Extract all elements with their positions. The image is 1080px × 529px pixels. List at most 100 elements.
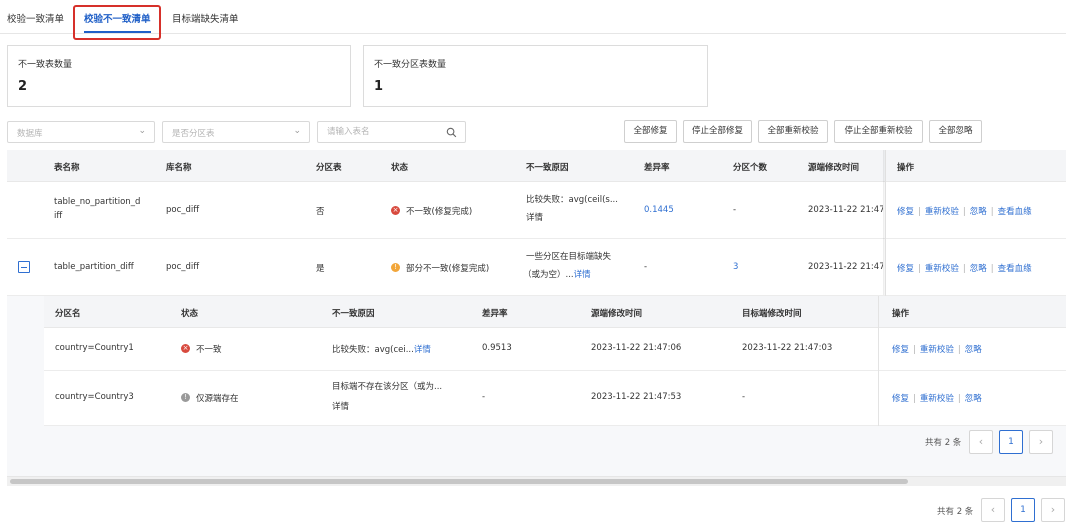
table-row: table_partition_diff poc_diff 是 ! 部分不一致(修… <box>7 239 1066 296</box>
status-text: 仅源端存在 <box>196 394 239 404</box>
cell-status: × 不一致(修复完成) <box>391 205 472 217</box>
operation-links: 修复 | 重新校验 | 忽略 <box>892 343 982 355</box>
col-header-src-modified: 源端修改时间 <box>808 163 860 173</box>
stat-card-inconsistent-tables: 不一致表数量 2 <box>7 45 351 107</box>
chevron-right-icon[interactable]: › <box>1029 430 1053 454</box>
collapse-row-button[interactable] <box>18 261 30 273</box>
error-status-icon: × <box>181 344 190 353</box>
col-header-partition-count: 分区个数 <box>733 163 768 173</box>
chevron-left-icon[interactable]: ‹ <box>981 498 1005 522</box>
col-header-operations: 操作 <box>897 163 915 173</box>
partition-page-current[interactable]: 1 <box>999 430 1023 454</box>
sub-ops-column-divider <box>878 296 879 426</box>
recheck-link[interactable]: 重新校验 <box>920 345 954 355</box>
partition-select-placeholder: 是否分区表 <box>172 129 215 139</box>
repair-link[interactable]: 修复 <box>897 264 914 274</box>
link-separator: | <box>913 345 916 355</box>
cell-partition-count: 3 <box>733 262 739 272</box>
stat-card-inconsistent-partition-tables: 不一致分区表数量 1 <box>363 45 708 107</box>
reason-detail-link[interactable]: 详情 <box>332 400 349 412</box>
link-separator: | <box>990 207 994 217</box>
cell-reason: 目标端不存在该分区（或为... <box>332 382 443 392</box>
ignore-link[interactable]: 忽略 <box>970 207 987 217</box>
stat-label: 不一致分区表数量 <box>374 60 447 70</box>
cell-reason-wrap: （或为空）...详情 <box>523 268 591 280</box>
database-select[interactable]: 数据库 ⌄ <box>7 121 155 143</box>
cell-status: ! 仅源端存在 <box>181 392 239 404</box>
info-status-icon: ! <box>181 393 190 402</box>
tab-target-missing-list[interactable]: 目标端缺失清单 <box>172 11 239 25</box>
horizontal-scrollbar-thumb[interactable] <box>10 479 908 484</box>
link-separator: | <box>913 394 916 404</box>
cell-diff-rate: - <box>644 262 648 272</box>
col-header-table-name: 表名称 <box>54 163 80 173</box>
cell-reason: 比较失败：avg(cei...详情 <box>332 343 431 355</box>
cell-status: × 不一致 <box>181 343 222 355</box>
link-separator: | <box>957 345 961 355</box>
tab-consistent-list[interactable]: 校验一致清单 <box>7 11 64 25</box>
link-separator: | <box>918 207 921 217</box>
chevron-left-icon[interactable]: ‹ <box>969 430 993 454</box>
status-text: 部分不一致(修复完成) <box>406 264 490 274</box>
main-pagination-total: 共有 2 条 <box>937 507 974 517</box>
cell-diff-rate: - <box>482 392 486 402</box>
operation-links: 修复 | 重新校验 | 忽略 <box>892 392 982 404</box>
cell-src-modified: 2023-11-22 21:47 <box>808 262 885 272</box>
stop-recheck-all-button[interactable]: 停止全部重新校验 <box>834 120 923 143</box>
col-header-status: 状态 <box>391 163 409 173</box>
cell-partition-name: country=Country3 <box>55 392 134 402</box>
cell-src-modified: 2023-11-22 21:47:53 <box>591 392 682 402</box>
chevron-down-icon: ⌄ <box>293 126 301 136</box>
cell-partition-name: country=Country1 <box>55 343 134 353</box>
repair-link[interactable]: 修复 <box>897 207 914 217</box>
stop-repair-all-button[interactable]: 停止全部修复 <box>683 120 752 143</box>
view-lineage-link[interactable]: 查看血缘 <box>998 264 1032 274</box>
ignore-link[interactable]: 忽略 <box>970 264 987 274</box>
cell-diff-rate: 0.1445 <box>644 205 674 215</box>
partition-table-header: 分区名 状态 不一致原因 差异率 源端修改时间 目标端修改时间 操作 <box>44 296 1066 328</box>
recheck-link[interactable]: 重新校验 <box>925 207 959 217</box>
ignore-link[interactable]: 忽略 <box>965 394 982 404</box>
operation-links: 修复 | 重新校验 | 忽略 | 查看血缘 <box>897 262 1032 274</box>
view-lineage-link[interactable]: 查看血缘 <box>998 207 1032 217</box>
database-select-placeholder: 数据库 <box>17 129 43 139</box>
col-header-operations: 操作 <box>892 309 910 319</box>
recheck-link[interactable]: 重新校验 <box>920 394 954 404</box>
repair-all-button[interactable]: 全部修复 <box>624 120 677 143</box>
repair-link[interactable]: 修复 <box>892 394 909 404</box>
partition-pagination-total: 共有 2 条 <box>925 438 962 448</box>
recheck-all-button[interactable]: 全部重新校验 <box>758 120 828 143</box>
operations-cell: 修复 | 重新校验 | 忽略 | 查看血缘 <box>883 182 1066 238</box>
partition-row: country=Country3 ! 仅源端存在 目标端不存在该分区（或为... … <box>44 371 1066 426</box>
partition-table-select[interactable]: 是否分区表 ⌄ <box>162 121 310 143</box>
cell-partitioned: 否 <box>316 207 325 217</box>
reason-detail-link[interactable]: 详情 <box>526 211 543 223</box>
cell-reason: 一些分区在目标端缺失 <box>526 252 612 262</box>
table-name-search-input[interactable] <box>318 122 465 142</box>
ignore-link[interactable]: 忽略 <box>965 345 982 355</box>
col-header-partitioned: 分区表 <box>316 163 342 173</box>
cell-table-name: table_partition_diff <box>54 262 134 272</box>
repair-link[interactable]: 修复 <box>892 345 909 355</box>
stat-value: 1 <box>374 79 384 94</box>
cell-status: ! 部分不一致(修复完成) <box>391 262 489 274</box>
cell-dst-modified: - <box>742 392 746 402</box>
cell-table-name-wrap: iff <box>54 211 63 221</box>
stat-value: 2 <box>18 79 28 94</box>
cell-src-modified: 2023-11-22 21:47 <box>808 205 885 215</box>
partition-row: country=Country1 × 不一致 比较失败：avg(cei...详情 … <box>44 328 1066 371</box>
main-page-current[interactable]: 1 <box>1011 498 1035 522</box>
table-name-search <box>317 121 466 143</box>
tab-highlight-box <box>73 5 161 40</box>
reason-detail-link[interactable]: 详情 <box>574 270 591 280</box>
col-header-dst-modified: 目标端修改时间 <box>742 309 802 319</box>
reason-detail-link[interactable]: 详情 <box>414 345 431 355</box>
search-icon[interactable] <box>446 127 457 138</box>
reason-text: （或为空）... <box>523 270 574 280</box>
chevron-right-icon[interactable]: › <box>1041 498 1065 522</box>
status-text: 不一致(修复完成) <box>406 207 473 217</box>
col-header-partition-name: 分区名 <box>55 309 81 319</box>
cell-dst-modified: 2023-11-22 21:47:03 <box>742 343 833 353</box>
ignore-all-button[interactable]: 全部忽略 <box>929 120 982 143</box>
recheck-link[interactable]: 重新校验 <box>925 264 959 274</box>
